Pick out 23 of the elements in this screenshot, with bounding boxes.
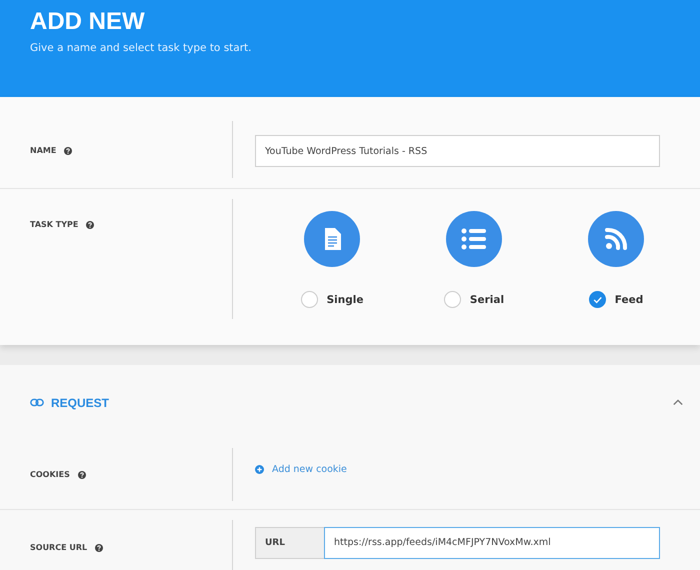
task-type-radio[interactable]: Feed bbox=[588, 291, 644, 308]
add-icon[interactable] bbox=[255, 465, 264, 474]
help-icon[interactable] bbox=[64, 147, 72, 155]
field-label: TASK TYPE bbox=[30, 220, 78, 230]
help-icon[interactable] bbox=[86, 221, 94, 229]
name-input[interactable]: YouTube WordPress Tutorials - RSS bbox=[255, 135, 660, 167]
section-title: REQUEST bbox=[51, 396, 110, 410]
document-icon[interactable] bbox=[304, 211, 360, 267]
page-title: ADD NEW bbox=[30, 8, 146, 36]
field-label: NAME bbox=[30, 146, 56, 156]
task-type-radio[interactable]: Single bbox=[300, 291, 364, 308]
page-subtitle: Give a name and select task type to start. bbox=[30, 42, 252, 54]
url-addon: URL bbox=[255, 526, 324, 558]
field-label: COOKIES bbox=[30, 470, 70, 480]
help-icon[interactable] bbox=[78, 471, 86, 479]
link-icon bbox=[30, 398, 44, 407]
task-type-radio[interactable]: Serial bbox=[444, 291, 504, 308]
help-icon[interactable] bbox=[95, 544, 104, 552]
rss-icon[interactable] bbox=[588, 211, 644, 267]
field-label: SOURCE URL bbox=[30, 542, 88, 552]
list-icon[interactable] bbox=[446, 211, 502, 267]
chevron-up-icon[interactable] bbox=[673, 399, 683, 406]
url-input[interactable]: https://rss.app/feeds/iM4cMFJPY7NVoxMw.xml bbox=[324, 526, 660, 558]
